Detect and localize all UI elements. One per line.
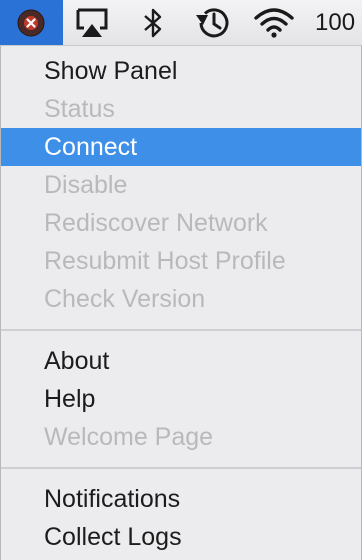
battery-percentage[interactable]: 100 xyxy=(315,0,355,45)
bluetooth-icon[interactable] xyxy=(138,0,168,45)
menu-item-disable: Disable xyxy=(44,171,128,199)
menu-item-resubmit-host-profile: Resubmit Host Profile xyxy=(44,247,286,275)
menu-bar: 100 xyxy=(0,0,362,46)
menu-item-rediscover-network: Rediscover Network xyxy=(44,209,268,237)
menu-item-connect[interactable]: Connect xyxy=(1,128,361,166)
menu-item-check-version: Check Version xyxy=(44,285,206,313)
dropdown-menu: Show Panel Status Connect Disable Redisc… xyxy=(0,46,362,560)
menu-item-notifications[interactable]: Notifications xyxy=(1,480,361,518)
menu-item-help[interactable]: Help xyxy=(1,380,361,418)
menu-item-collect-logs[interactable]: Collect Logs xyxy=(1,518,361,556)
app-status-icon[interactable] xyxy=(14,0,48,45)
menu-item-show-panel[interactable]: Show Panel xyxy=(1,52,361,90)
menu-item-welcome-page: Welcome Page xyxy=(44,423,214,451)
menu-separator xyxy=(1,467,361,469)
menu-item-status: Status xyxy=(44,95,115,123)
wifi-icon[interactable] xyxy=(250,0,298,45)
menu-separator xyxy=(1,329,361,331)
menu-item-about[interactable]: About xyxy=(1,342,361,380)
time-machine-icon[interactable] xyxy=(190,0,236,45)
airplay-icon[interactable] xyxy=(72,0,112,45)
